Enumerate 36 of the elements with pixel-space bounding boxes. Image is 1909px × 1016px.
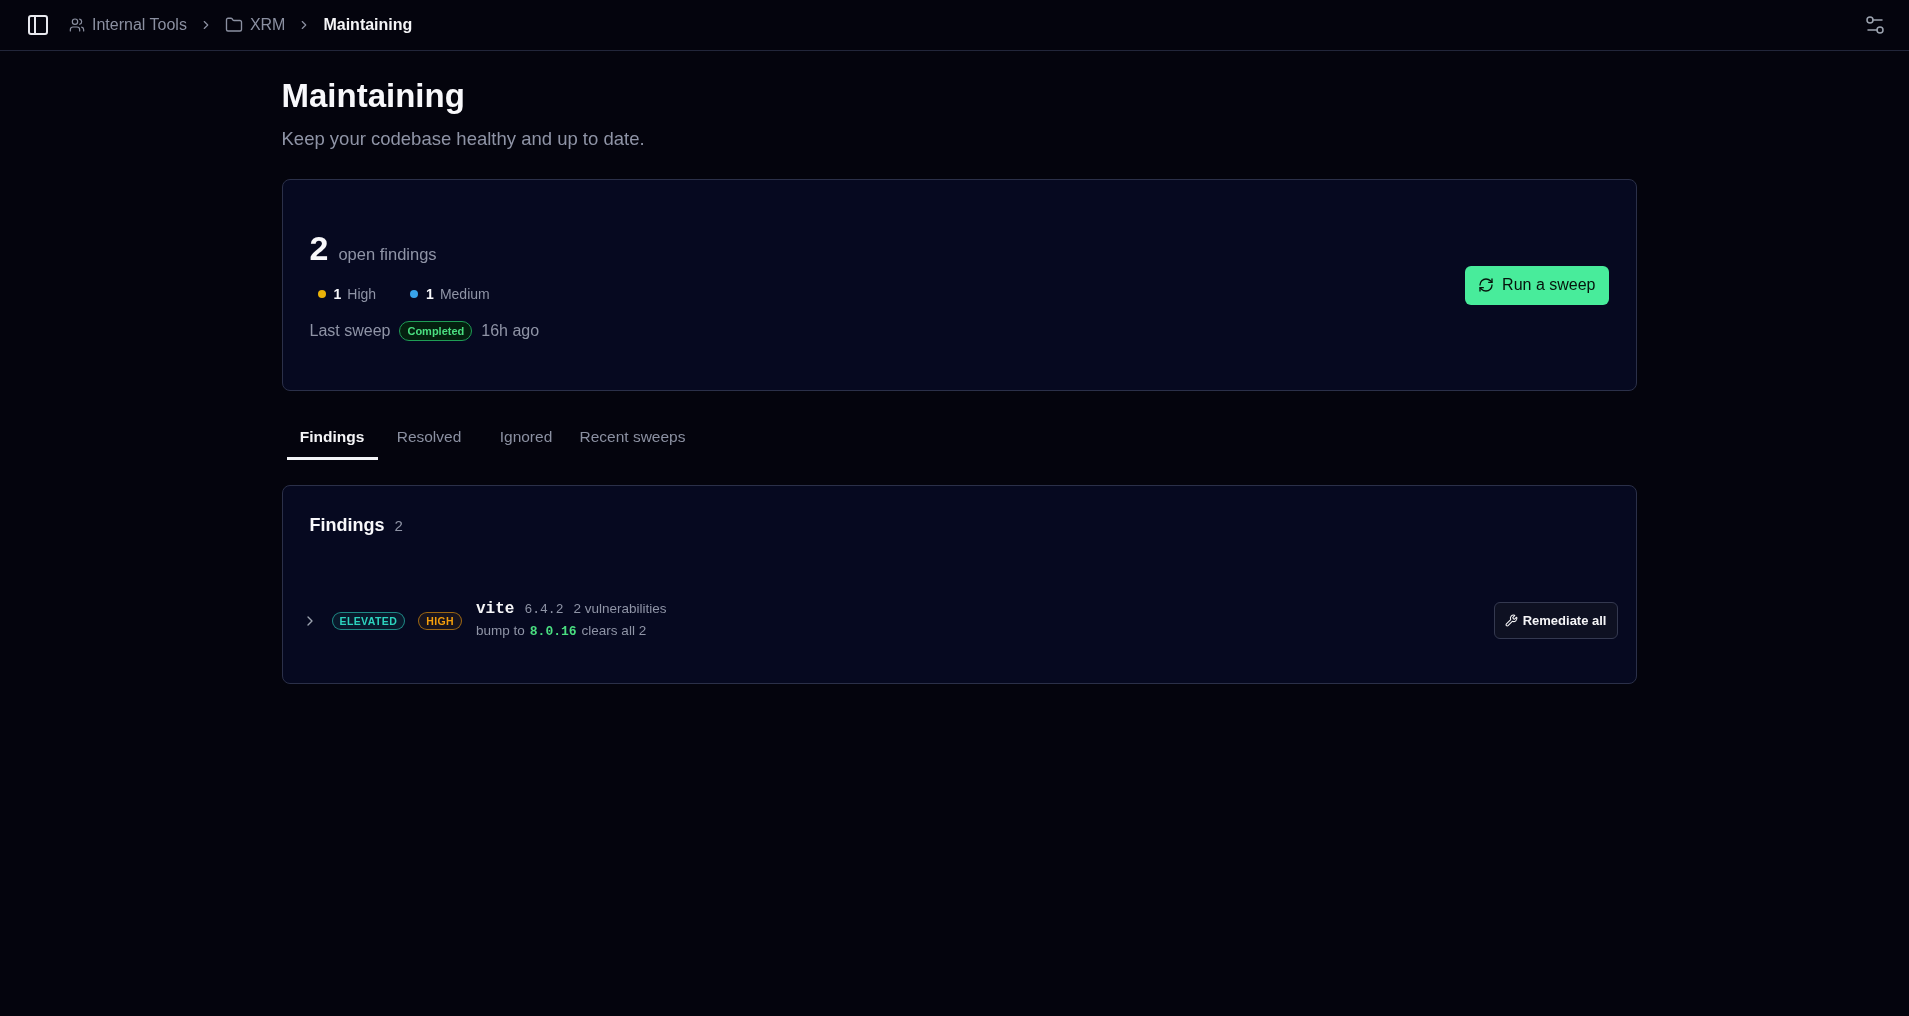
fix-version: 8.0.16 <box>529 623 577 641</box>
breadcrumb-current-page[interactable]: Maintaining <box>323 15 413 35</box>
users-icon <box>69 17 85 33</box>
package-name: vite <box>476 599 515 619</box>
fix-prefix: bump to <box>476 622 525 640</box>
wrench-icon <box>1504 614 1518 627</box>
severity-label: High <box>347 285 377 303</box>
tab[interactable]: Ignored <box>480 417 572 460</box>
package-version: 6.4.2 <box>524 601 564 619</box>
tag-badge: HIGH <box>418 611 462 630</box>
findings-title-count: 2 <box>394 517 403 534</box>
severity-label: Medium <box>439 285 490 303</box>
tab[interactable]: Findings <box>286 417 378 460</box>
findings-count-label: open findings <box>338 245 437 264</box>
findings-count: 2 <box>309 228 329 268</box>
findings-title: Findings <box>309 514 385 536</box>
sliders-icon[interactable] <box>1863 13 1887 37</box>
breadcrumb-link[interactable]: Internal Tools <box>69 15 187 35</box>
tag-badge: ELEVATED <box>331 611 406 630</box>
last-sweep-label: Last sweep <box>309 321 391 341</box>
remediate-all-button[interactable]: Remediate all <box>1493 602 1618 639</box>
page-title: Maintaining <box>281 77 466 115</box>
fix-suffix: clears all 2 <box>581 622 647 640</box>
refresh-icon <box>1478 277 1495 293</box>
status-badge: Completed <box>399 321 473 341</box>
breadcrumb-link[interactable]: XRM <box>224 15 286 35</box>
tab[interactable]: Recent sweeps <box>577 417 688 460</box>
severity-count: 1 <box>333 285 342 303</box>
tab[interactable]: Resolved <box>383 417 475 460</box>
last-sweep-time: 16h ago <box>481 321 540 341</box>
vulnerability-count: 2 vulnerabilities <box>573 600 667 618</box>
run-sweep-button[interactable]: Run a sweep <box>1465 265 1609 305</box>
severity-count: 1 <box>426 285 434 303</box>
sidebar-icon[interactable] <box>26 13 50 37</box>
page-subtitle: Keep your codebase healthy and up to date. <box>281 127 646 151</box>
folder-icon <box>224 16 243 34</box>
